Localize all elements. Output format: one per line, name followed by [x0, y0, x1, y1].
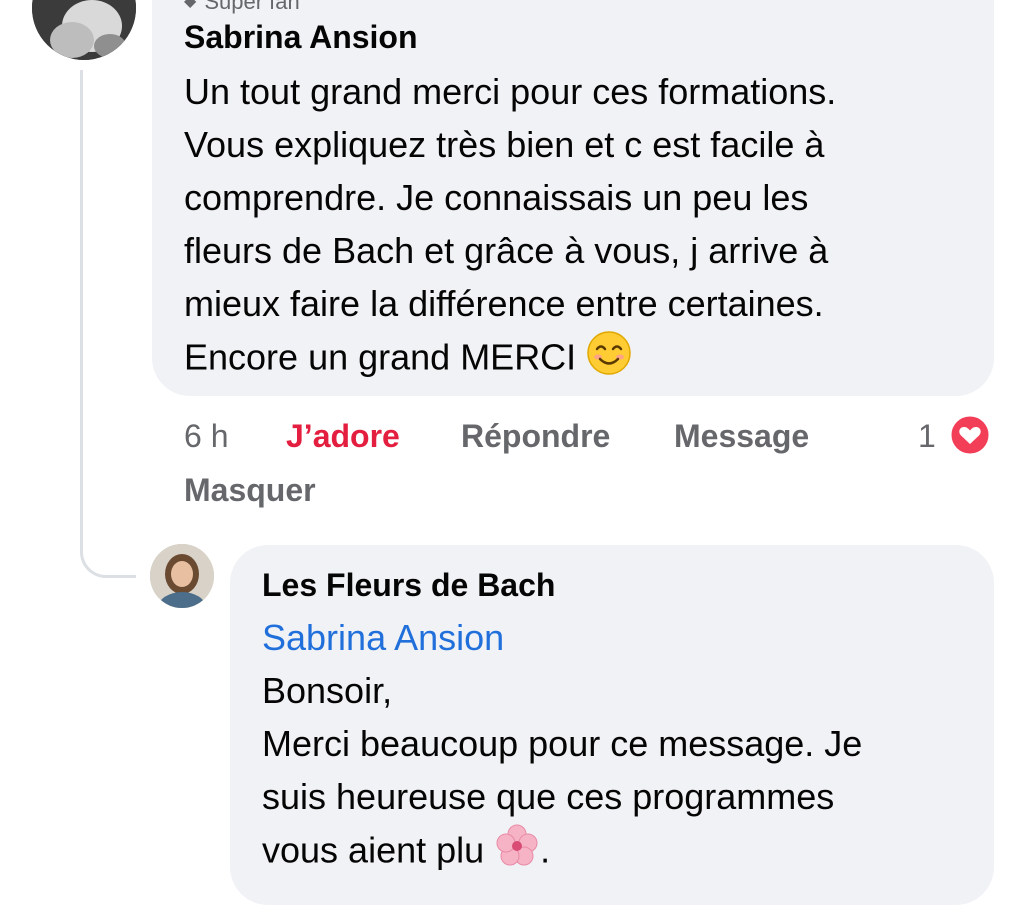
comment-line-text: Encore un grand MERCI	[184, 336, 577, 378]
comment-text: Un tout grand merci pour ces formations.…	[184, 65, 974, 390]
fan-badge: ◆ Super fan	[184, 0, 300, 14]
hide-button[interactable]: Masquer	[184, 468, 316, 512]
comment-timestamp[interactable]: 6 h	[184, 414, 228, 458]
page-avatar[interactable]	[150, 544, 214, 608]
love-reaction-icon[interactable]	[948, 413, 992, 457]
reply-button[interactable]: Répondre	[461, 414, 610, 458]
comment-line-last: Encore un grand MERCI	[184, 330, 974, 390]
reply-text: Bonsoir, Merci beaucoup pour ce message.…	[262, 664, 982, 883]
message-button[interactable]: Message	[674, 414, 809, 458]
badge-label: Super fan	[204, 0, 300, 14]
comment-line: Vous expliquez très bien et c est facile…	[184, 124, 825, 165]
commenter-avatar[interactable]	[32, 0, 136, 60]
avatar-photo-icon	[150, 544, 214, 608]
reaction-count[interactable]: 1	[918, 414, 936, 458]
cherry-blossom-emoji-icon	[494, 823, 540, 883]
love-reaction-button[interactable]: J’adore	[286, 414, 400, 458]
reply-line: Bonsoir,	[262, 670, 393, 711]
diamond-icon: ◆	[184, 0, 197, 10]
comment-line: Un tout grand merci pour ces formations.	[184, 71, 837, 112]
reply-line-text: vous aient plu	[262, 829, 485, 871]
reply-author-name[interactable]: Les Fleurs de Bach	[262, 565, 555, 605]
smiling-face-emoji-icon	[586, 330, 632, 390]
reply-line: suis heureuse que ces programmes	[262, 776, 835, 817]
comment-line: mieux faire la différence entre certaine…	[184, 283, 824, 324]
avatar-photo-icon	[32, 0, 136, 60]
comment-author-name[interactable]: Sabrina Ansion	[184, 17, 418, 57]
reply-line-last: vous aient plu .	[262, 823, 982, 883]
mention-link[interactable]: Sabrina Ansion	[262, 614, 504, 662]
comment-line: comprendre. Je connaissais un peu les	[184, 177, 809, 218]
thread-connector-line	[80, 70, 136, 578]
reply-line: Merci beaucoup pour ce message. Je	[262, 723, 863, 764]
comment-line: fleurs de Bach et grâce à vous, j arrive…	[184, 230, 829, 271]
reply-line-punct: .	[540, 829, 551, 871]
